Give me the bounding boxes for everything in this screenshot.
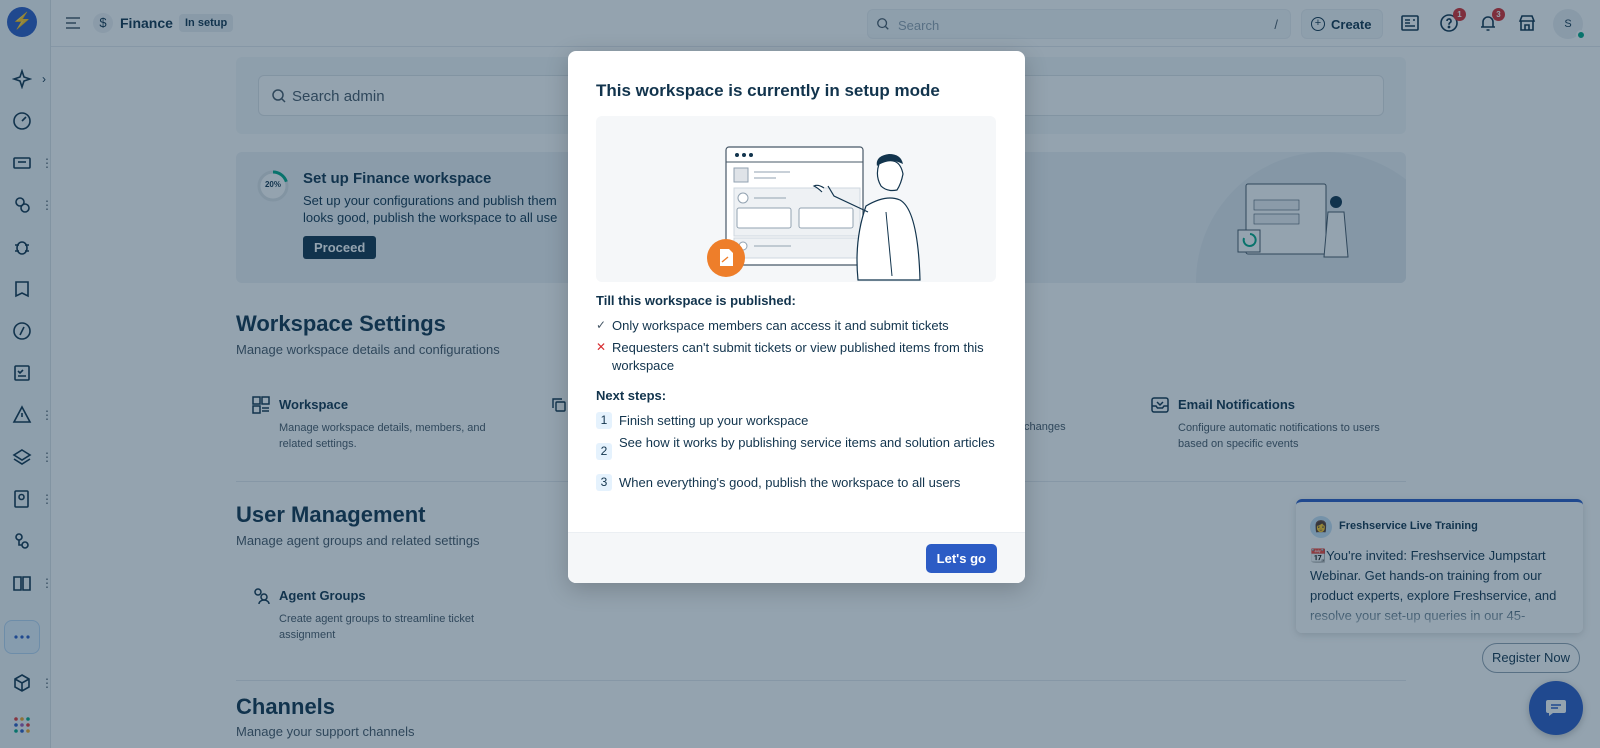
allowed-point: ✓ Only workspace members can access it a… bbox=[596, 317, 996, 335]
lets-go-button[interactable]: Let's go bbox=[925, 544, 997, 573]
modal-title: This workspace is currently in setup mod… bbox=[596, 81, 940, 100]
until-published-heading: Till this workspace is published: bbox=[596, 293, 796, 308]
step-number: 1 bbox=[596, 412, 612, 429]
next-step-item: 2 See how it works by publishing service… bbox=[596, 434, 996, 460]
blocked-point: ✕ Requesters can't submit tickets or vie… bbox=[596, 339, 996, 374]
modal-footer: Let's go bbox=[568, 532, 1025, 583]
setup-mode-modal: This workspace is currently in setup mod… bbox=[568, 51, 1025, 583]
next-step-item: 1 Finish setting up your workspace bbox=[596, 412, 996, 430]
cross-icon: ✕ bbox=[596, 340, 607, 354]
next-steps-heading: Next steps: bbox=[596, 388, 667, 403]
step-number: 2 bbox=[596, 443, 612, 460]
presenter-illustration-icon bbox=[707, 146, 921, 281]
next-step-item: 3 When everything's good, publish the wo… bbox=[596, 474, 996, 492]
step-text: Finish setting up your workspace bbox=[619, 413, 809, 428]
allowed-point-text: Only workspace members can access it and… bbox=[612, 318, 949, 333]
blocked-point-text: Requesters can't submit tickets or view … bbox=[612, 340, 984, 373]
setup-mode-illustration bbox=[596, 116, 996, 282]
step-text: When everything's good, publish the work… bbox=[619, 475, 961, 490]
step-text: See how it works by publishing service i… bbox=[619, 435, 995, 450]
check-icon: ✓ bbox=[596, 318, 607, 332]
step-number: 3 bbox=[596, 474, 612, 491]
